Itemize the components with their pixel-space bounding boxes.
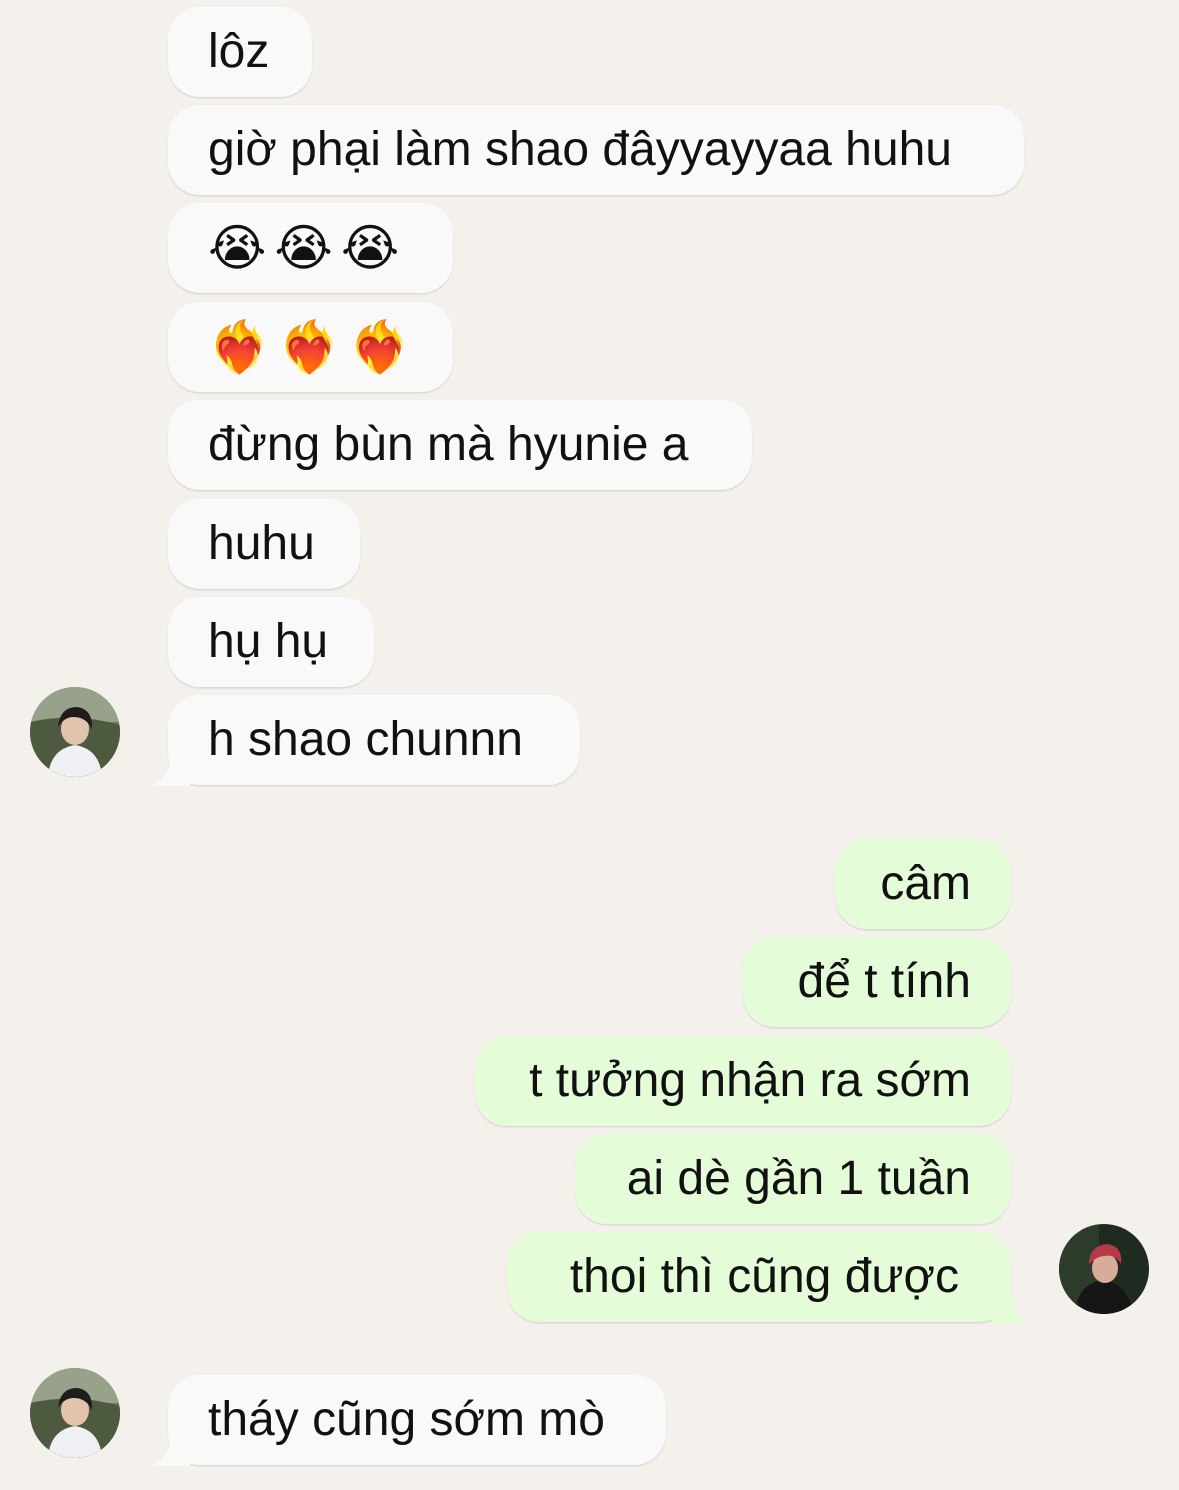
- message-bubble-incoming[interactable]: đừng bùn mà hyunie a: [168, 400, 752, 490]
- contact-avatar[interactable]: [30, 1368, 120, 1458]
- message-bubble-incoming[interactable]: huhu: [168, 499, 360, 589]
- message-bubble-incoming-emoji[interactable]: ❤️‍🔥❤️‍🔥❤️‍🔥: [168, 302, 453, 392]
- message-bubble-incoming-last[interactable]: tháy cũng sớm mò: [168, 1375, 666, 1465]
- message-bubble-incoming-emoji[interactable]: 😭😭😭: [168, 203, 453, 293]
- message-bubble-incoming[interactable]: lôz: [168, 7, 312, 97]
- bubble-tail-incoming: [152, 756, 190, 786]
- contact-avatar-photo: [30, 1368, 120, 1458]
- bubble-tail-outgoing: [992, 1293, 1030, 1323]
- self-avatar[interactable]: [1059, 1224, 1149, 1314]
- self-avatar-photo: [1059, 1224, 1149, 1314]
- message-bubble-outgoing[interactable]: t tưởng nhận ra sớm: [475, 1036, 1011, 1126]
- bubble-tail-incoming: [152, 1436, 190, 1466]
- message-bubble-outgoing-last[interactable]: thoi thì cũng được: [507, 1232, 1011, 1322]
- message-bubble-incoming[interactable]: hụ hụ: [168, 597, 374, 687]
- message-bubble-incoming[interactable]: giờ phại làm shao đâyyayyaa huhu: [168, 105, 1024, 195]
- message-bubble-outgoing[interactable]: ai dè gần 1 tuần: [575, 1134, 1011, 1224]
- message-bubble-outgoing[interactable]: để t tính: [743, 937, 1011, 1027]
- message-bubble-outgoing[interactable]: câm: [835, 839, 1011, 929]
- contact-avatar-photo: [30, 687, 120, 777]
- contact-avatar[interactable]: [30, 687, 120, 777]
- message-bubble-incoming-last[interactable]: h shao chunnn: [168, 695, 580, 785]
